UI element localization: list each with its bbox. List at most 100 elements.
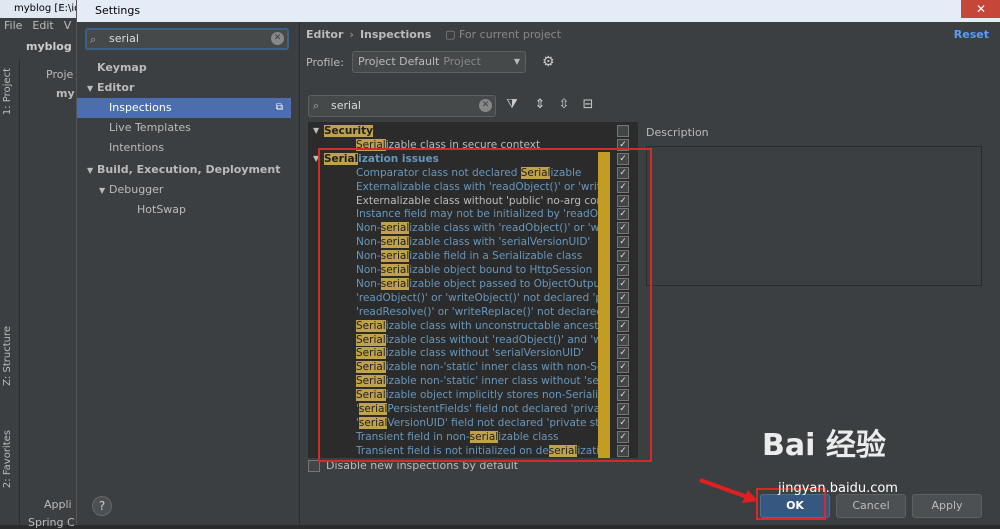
inspection-row[interactable]: Non-serializable class with 'serialVersi… (308, 235, 638, 250)
inspection-row[interactable]: Non-serializable field in a Serializable… (308, 249, 638, 264)
inspection-search-value: serial (331, 99, 361, 112)
chevron-down-icon[interactable]: ▼ (313, 152, 319, 166)
inspection-checkbox[interactable]: ✓ (617, 152, 629, 165)
inspection-checkbox[interactable]: ✓ (617, 305, 629, 318)
inspection-checkbox[interactable]: ✓ (617, 180, 629, 193)
menu-file[interactable]: File (4, 19, 22, 32)
nav-item[interactable]: Inspections ⧉ (77, 98, 291, 118)
severity-marker (598, 443, 610, 458)
inspection-row[interactable]: Serializable class in secure context ✓ (308, 138, 638, 152)
breadcrumb: Editor › Inspections ▢ For current project (306, 28, 562, 41)
inspection-row[interactable]: Non-serializable object passed to Object… (308, 276, 638, 291)
nav-item[interactable]: ▼ Editor (77, 78, 291, 98)
collapse-all-icon[interactable]: ⇳ (556, 97, 572, 113)
inspection-checkbox[interactable]: ✓ (617, 444, 629, 457)
inspection-checkbox[interactable]: ✓ (617, 403, 629, 415)
disable-new-inspections-checkbox[interactable]: Disable new inspections by default (308, 459, 518, 472)
inspection-row[interactable]: Serializable non-'static' inner class wi… (308, 374, 638, 389)
inspection-row[interactable]: Serializable object implicitly stores no… (308, 388, 638, 403)
inspection-label: 'readObject()' or 'writeObject()' not de… (356, 291, 598, 304)
inspection-checkbox[interactable]: ✓ (617, 138, 629, 151)
inspection-row[interactable]: 'readObject()' or 'writeObject()' not de… (308, 290, 638, 305)
inspection-checkbox[interactable]: ✓ (617, 208, 629, 221)
severity-marker (598, 388, 610, 403)
chevron-down-icon[interactable]: ▼ (313, 124, 319, 138)
tool-tab-structure[interactable]: Z: Structure (2, 326, 13, 386)
inspection-checkbox[interactable]: ✓ (617, 222, 629, 235)
inspection-label: Serializable class in secure context (356, 138, 541, 151)
inspection-group-row[interactable]: ▼ Security (308, 124, 638, 138)
tree-item-project[interactable]: Proje (46, 68, 73, 81)
inspection-row[interactable]: Externalizable class with 'readObject()'… (308, 179, 638, 194)
inspection-checkbox[interactable]: ✓ (617, 430, 629, 443)
nav-item-label: Editor (97, 81, 135, 94)
inspection-checkbox[interactable] (617, 125, 629, 137)
nav-item[interactable]: Keymap (77, 58, 291, 78)
severity-marker (598, 276, 610, 291)
inspection-row[interactable]: Serializable non-'static' inner class wi… (308, 360, 638, 375)
nav-item[interactable]: ▼ Debugger (77, 180, 291, 200)
bottom-item-application[interactable]: Appli (44, 498, 72, 511)
severity-marker (598, 332, 610, 347)
inspection-row[interactable]: Serializable class without 'serialVersio… (308, 346, 638, 361)
tree-item-myblog[interactable]: my (56, 87, 75, 100)
profile-select[interactable]: Project Default Project ▼ (352, 51, 526, 73)
help-button[interactable]: ? (92, 496, 112, 516)
inspection-group-row[interactable]: ▼ Serialization issues ✓ (308, 151, 638, 166)
inspection-checkbox[interactable]: ✓ (617, 375, 629, 388)
inspection-row[interactable]: 'readResolve()' or 'writeReplace()' not … (308, 304, 638, 319)
inspection-checkbox[interactable]: ✓ (617, 250, 629, 263)
menu-view[interactable]: V (64, 19, 72, 32)
inspections-pane: Editor › Inspections ▢ For current project… (299, 22, 1000, 525)
settings-search-input[interactable]: ⌕ serial ✕ (85, 28, 289, 50)
nav-item-label: Keymap (97, 61, 147, 74)
cancel-button[interactable]: Cancel (836, 494, 906, 518)
inspection-checkbox[interactable]: ✓ (617, 264, 629, 276)
inspection-checkbox[interactable]: ✓ (617, 166, 629, 179)
inspection-checkbox[interactable]: ✓ (617, 389, 629, 402)
nav-item[interactable]: HotSwap (77, 200, 291, 220)
inspection-checkbox[interactable]: ✓ (617, 194, 629, 207)
expand-all-icon[interactable]: ⇕ (532, 97, 548, 113)
inspection-checkbox[interactable]: ✓ (617, 319, 629, 332)
reset-to-default-icon[interactable]: ⊟ (580, 97, 596, 113)
inspection-row[interactable]: Transient field in non-serializable clas… (308, 429, 638, 444)
reset-link[interactable]: Reset (954, 28, 989, 41)
apply-button[interactable]: Apply (912, 494, 982, 518)
inspection-label: Serializable non-'static' inner class wi… (356, 375, 598, 388)
inspection-checkbox[interactable]: ✓ (617, 361, 629, 374)
tool-tab-project[interactable]: 1: Project (2, 68, 13, 115)
nav-item[interactable]: Live Templates (77, 118, 291, 138)
inspection-row[interactable]: Serializable class without 'readObject()… (308, 332, 638, 347)
inspection-row[interactable]: Non-serializable object bound to HttpSes… (308, 263, 638, 277)
inspection-row[interactable]: Non-serializable class with 'readObject(… (308, 221, 638, 236)
bottom-item-spring[interactable]: Spring C (28, 516, 75, 529)
inspection-row[interactable]: 'serialPersistentFields' field not decla… (308, 402, 638, 416)
clear-search-icon[interactable]: ✕ (479, 99, 492, 112)
nav-item[interactable]: ▼ Build, Execution, Deployment (77, 160, 291, 180)
inspection-row[interactable]: Instance field may not be initialized by… (308, 207, 638, 222)
inspection-row[interactable]: Externalizable class without 'public' no… (308, 193, 638, 208)
tool-tab-favorites[interactable]: 2: Favorites (2, 430, 13, 488)
inspection-checkbox[interactable]: ✓ (617, 236, 629, 249)
clear-search-icon[interactable]: ✕ (271, 32, 284, 45)
inspection-checkbox[interactable]: ✓ (617, 347, 629, 360)
inspection-search-input[interactable]: ⌕ serial ✕ (308, 95, 496, 117)
inspection-checkbox[interactable]: ✓ (617, 333, 629, 346)
gear-icon[interactable]: ⚙ (542, 54, 555, 70)
inspection-row[interactable]: 'serialVersionUID' field not declared 'p… (308, 415, 638, 430)
severity-marker (598, 165, 610, 180)
inspection-row[interactable]: Serializable class with unconstructable … (308, 318, 638, 333)
nav-item[interactable]: Intentions (77, 138, 291, 158)
inspection-checkbox[interactable]: ✓ (617, 291, 629, 304)
inspection-row[interactable]: Comparator class not declared Serializab… (308, 165, 638, 180)
close-icon[interactable]: ✕ (961, 0, 1000, 18)
ok-button[interactable]: OK (760, 494, 830, 518)
inspection-row[interactable]: Transient field is not initialized on de… (308, 443, 638, 458)
scope-note: ▢ For current project (445, 28, 562, 41)
menu-edit[interactable]: Edit (32, 19, 53, 32)
inspection-checkbox[interactable]: ✓ (617, 277, 629, 290)
filter-icon[interactable]: ⧩ (504, 97, 520, 113)
ide-project-tree: Proje my Appli Spring C (20, 60, 80, 529)
inspection-checkbox[interactable]: ✓ (617, 416, 629, 429)
